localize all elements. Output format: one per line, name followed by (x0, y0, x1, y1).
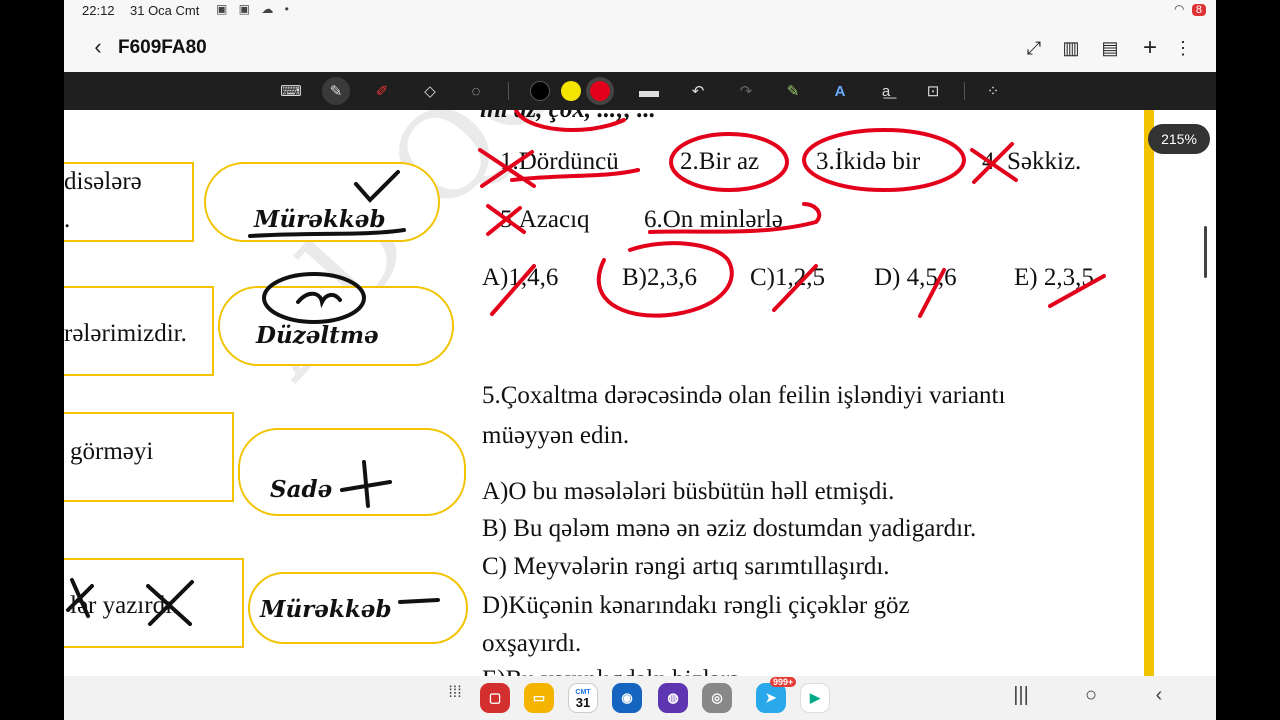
status-date: 31 Oca Cmt (130, 3, 200, 18)
scrollbar[interactable] (1204, 226, 1207, 278)
q4-item-3: 3.İkidə bir (816, 148, 921, 175)
drawing-toolbar: ⌨ ✎ ✐ ◇ ◌ ▬ ↶ ↷ ✎ A a͟ ⊡ ⁘ (64, 72, 1216, 110)
internet-app-icon[interactable]: ◍ (658, 683, 688, 713)
q4-item-1: 1.Dördüncü (500, 148, 619, 175)
status-notification-icons: ▣ ▣ ☁ • (216, 2, 293, 16)
answer-pill-1: Mürəkkəb (204, 162, 440, 242)
shape-pen-icon[interactable]: ✎ (779, 77, 807, 105)
zoom-indicator: 215% (1148, 124, 1210, 154)
q4-item-5: 5.Azacıq (500, 206, 590, 233)
meet-app-icon[interactable]: ▶ (800, 683, 830, 713)
q5-option-c: C) Meyvələrin rəngi artıq sarımtıllaşırd… (482, 553, 890, 580)
q5-option-e: E)Bu yaxınlıqdakı bizlərə ... (482, 666, 765, 676)
pill-label: Düzəltmə (256, 322, 379, 349)
stroke-width-icon[interactable]: ▬ (635, 77, 663, 105)
toolbar-divider (508, 82, 509, 100)
more-options-icon[interactable]: ⋮ (1169, 34, 1197, 62)
messages-app-icon[interactable]: ◉ (612, 683, 642, 713)
q4-item-2: 2.Bir az (680, 148, 760, 175)
calendar-day: 31 (575, 695, 591, 710)
wifi-icon: ◠ (1174, 2, 1185, 16)
q5-option-d: D)Küçənin kənarındakı rəngli çiçəklər gö… (482, 592, 910, 619)
left-text-1b: . (64, 206, 71, 233)
navigation-bar: ⁞⁞⁞ ▢ ▭ CMT 31 ◉ ◍ ◎ ➤ 999+ ▶ ||| ○ ‹ (64, 676, 1216, 720)
q4-answer-a: A)1,4,6 (482, 264, 559, 291)
undo-icon[interactable]: ↶ (684, 77, 712, 105)
left-text-3: görməyi (70, 438, 154, 465)
toolbar-divider (964, 82, 965, 100)
yellow-margin-line (1144, 110, 1154, 676)
redo-icon[interactable]: ↷ (732, 77, 760, 105)
files-app-icon[interactable]: ▭ (524, 683, 554, 713)
right-letterbox (1216, 0, 1280, 720)
tablet-screen: 22:12 31 Oca Cmt ▣ ▣ ☁ • ◠ 8 ‹ F609FA80 … (64, 0, 1216, 720)
q5-option-d-cont: oxşayırdı. (482, 630, 582, 657)
question5-title-2: müəyyən edin. (482, 422, 630, 449)
q4-answer-d: D) 4,5,6 (874, 264, 957, 291)
q4-answer-e: E) 2,3,5 (1014, 264, 1094, 291)
pill-label: Mürəkkəb (254, 206, 386, 233)
left-text-4: lər yazırdı. (70, 592, 179, 619)
notes-app-icon[interactable]: ▢ (480, 683, 510, 713)
keyboard-icon[interactable]: ⌨ (277, 77, 305, 105)
q5-option-a: A)O bu məsələləri büsbütün həll etmişdi. (482, 478, 895, 505)
left-letterbox (0, 0, 64, 720)
add-page-icon[interactable]: + (1136, 34, 1164, 62)
q4-answer-c: C)1,2,5 (750, 264, 825, 291)
notification-badge: 999+ (770, 677, 797, 687)
question5-title-1: 5.Çoxaltma dərəcəsində olan feilin işlən… (482, 382, 1006, 409)
pill-label: Sadə (270, 476, 333, 503)
q4-item-4: 4. Səkkiz. (982, 148, 1082, 175)
app-drawer-icon[interactable]: ⁞⁞⁞ (440, 684, 470, 702)
answer-pill-2: Düzəltmə (218, 286, 454, 366)
pill-label: Mürəkkəb (260, 596, 392, 623)
q4-item-6: 6.On minlərlə (644, 206, 783, 233)
left-text-2: rələrimizdir. (64, 320, 187, 347)
answer-pill-3: Sadə (238, 428, 466, 516)
pdf-settings-icon[interactable]: ▤ (1096, 34, 1124, 62)
status-time: 22:12 (82, 3, 115, 18)
battery-icon: 8 (1191, 4, 1206, 16)
back-icon[interactable]: ‹ (1144, 684, 1174, 707)
expand-icon[interactable]: ⤢ (1020, 34, 1048, 62)
status-bar: 22:12 31 Oca Cmt ▣ ▣ ☁ • ◠ 8 (64, 0, 1216, 24)
status-right: ◠ 8 (1174, 2, 1206, 16)
document-page[interactable]: AD QƏNBƏR disələrə . rələrimizdir. görmə… (64, 110, 1216, 676)
black-color-swatch[interactable] (530, 81, 550, 101)
more-tools-icon[interactable]: ⁘ (979, 77, 1007, 105)
answer-pill-4: Mürəkkəb (248, 572, 468, 644)
eraser-icon[interactable]: ◇ (416, 77, 444, 105)
app-titlebar: ‹ F609FA80 ⤢ ▥ ▤ + ⋮ (64, 24, 1216, 72)
home-icon[interactable]: ○ (1076, 684, 1106, 707)
recent-apps-icon[interactable]: ||| (1006, 684, 1036, 707)
book-view-icon[interactable]: ▥ (1057, 34, 1085, 62)
camera-app-icon[interactable]: ◎ (702, 683, 732, 713)
highlighter-icon[interactable]: ✐ (368, 77, 396, 105)
note-title: F609FA80 (118, 37, 207, 58)
text-style-icon[interactable]: A (826, 77, 854, 105)
q5-option-b: B) Bu qələm mənə ən əziz dostumdan yadig… (482, 515, 977, 542)
pen-tool-icon[interactable]: ✎ (322, 77, 350, 105)
left-text-1: disələrə (64, 168, 142, 195)
text-box-icon[interactable]: a͟ (872, 77, 900, 105)
yellow-color-swatch[interactable] (561, 81, 581, 101)
q4-answer-b: B)2,3,6 (622, 264, 697, 291)
red-color-swatch[interactable] (590, 81, 610, 101)
telegram-app-icon[interactable]: ➤ 999+ (756, 677, 797, 713)
lasso-icon[interactable]: ◌ (462, 77, 490, 105)
calendar-app-icon[interactable]: CMT 31 (568, 683, 598, 713)
back-arrow-icon[interactable]: ‹ (86, 34, 110, 60)
read-only-icon[interactable]: ⊡ (919, 77, 947, 105)
question4-cut-line: ını az, çox, ...;, ... (480, 110, 656, 124)
